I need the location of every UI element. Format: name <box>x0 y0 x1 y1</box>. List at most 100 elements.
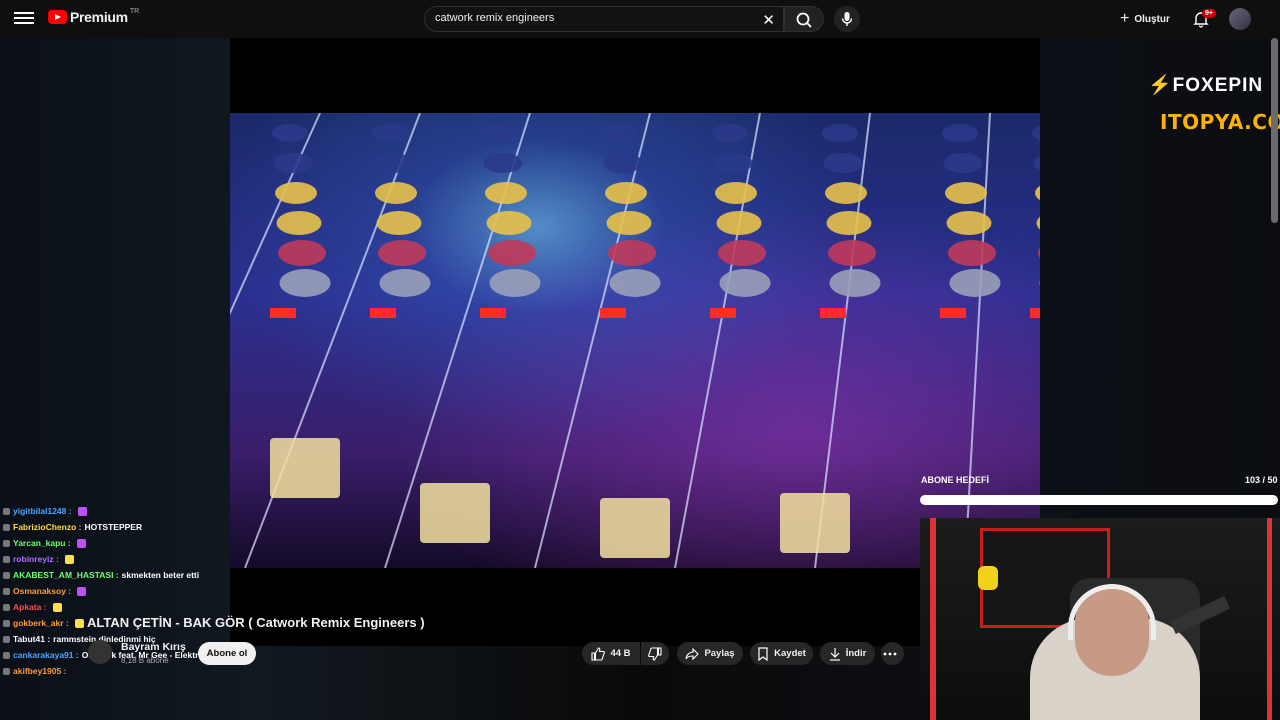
console-knob <box>275 182 317 204</box>
console-knob <box>605 182 647 204</box>
sub-goal-count: 103 / 50 <box>1245 475 1278 485</box>
channel-avatar[interactable] <box>88 640 112 664</box>
chat-message: akifbey1905 : <box>0 663 230 679</box>
share-label: Paylaş <box>704 648 735 659</box>
console-knob <box>486 211 532 235</box>
top-bar: Premium TR ✕ + Oluştur 9+ <box>0 0 1280 38</box>
chat-emote-icon <box>76 538 86 548</box>
search-button[interactable] <box>784 6 824 32</box>
chat-emote-icon <box>74 618 84 628</box>
video-frame <box>230 113 1040 568</box>
console-knob <box>376 211 422 235</box>
console-knob <box>946 211 992 235</box>
account-avatar[interactable] <box>1229 8 1251 30</box>
chat-message: yigitbilal1248 : <box>0 503 230 519</box>
console-knob <box>823 153 863 173</box>
console-knob <box>1038 247 1040 259</box>
console-knob <box>822 124 858 142</box>
chat-username: AKABEST_AM_HASTASI : <box>13 570 119 580</box>
like-button[interactable]: 44 B <box>582 642 640 665</box>
console-knob <box>488 240 536 266</box>
pikachu-figure <box>978 566 998 590</box>
chat-message: FabrizioChenzo : HOTSTEPPER <box>0 519 230 535</box>
more-actions-button[interactable] <box>881 642 904 665</box>
console-knob <box>603 153 643 173</box>
page-scrollbar[interactable] <box>1271 38 1278 223</box>
console-channel-line <box>674 113 761 568</box>
hamburger-menu-icon[interactable] <box>14 9 34 29</box>
notifications-badge: 9+ <box>1202 9 1216 18</box>
chat-message: robinreyiz : <box>0 551 230 567</box>
console-knob <box>602 124 638 142</box>
dislike-button[interactable] <box>641 642 669 665</box>
console-knob <box>715 182 757 204</box>
youtube-premium-logo[interactable]: Premium TR <box>48 8 139 25</box>
console-led <box>600 308 626 318</box>
console-channel-line <box>230 113 321 316</box>
chat-username: yigitbilal1248 : <box>13 506 72 516</box>
console-knob <box>273 153 313 173</box>
platform-badge-icon <box>3 667 10 675</box>
chat-emote-icon <box>52 602 62 612</box>
console-led <box>370 308 396 318</box>
console-knob <box>375 182 417 204</box>
chat-username: robinreyiz : <box>13 554 59 564</box>
platform-badge-icon <box>3 651 10 659</box>
itopya-logo: ITOPYA.COM <box>1160 110 1280 134</box>
console-knob <box>489 269 541 297</box>
share-button[interactable]: Paylaş <box>677 642 743 665</box>
console-knob <box>609 269 661 297</box>
chat-message: Tabut41 : rammstein dinledinmi hiç <box>0 631 230 647</box>
console-knob <box>1032 125 1040 141</box>
console-led <box>480 308 506 318</box>
platform-badge-icon <box>3 587 10 595</box>
foxepin-logo: ⚡FOXEPIN <box>1148 75 1264 96</box>
channel-name[interactable]: Bayram Kırış <box>121 641 186 653</box>
console-fader-cap <box>600 498 670 558</box>
subscribe-button[interactable]: Abone ol <box>198 642 256 665</box>
chat-username: gokberk_akr : <box>13 618 69 628</box>
bookmark-icon <box>758 646 768 661</box>
sub-goal-progress-fill <box>922 497 1276 503</box>
plus-icon: + <box>1120 10 1130 27</box>
voice-search-button[interactable] <box>834 6 860 32</box>
chat-text: skmekten beter etti <box>121 570 200 580</box>
console-led <box>1030 308 1040 318</box>
console-knob <box>483 153 523 173</box>
console-knob <box>485 182 527 204</box>
console-knob <box>1039 280 1040 286</box>
logo-text: Premium <box>70 9 128 25</box>
console-knob <box>942 124 978 142</box>
platform-badge-icon <box>3 539 10 547</box>
console-knob <box>379 269 431 297</box>
platform-badge-icon <box>3 635 10 643</box>
console-led <box>270 308 296 318</box>
search-input[interactable] <box>435 12 755 24</box>
search-icon <box>796 12 812 28</box>
platform-badge-icon <box>3 603 10 611</box>
console-led <box>940 308 966 318</box>
save-label: Kaydet <box>774 648 806 659</box>
led-strip-left <box>930 518 936 720</box>
download-button[interactable]: İndir <box>820 642 875 665</box>
download-label: İndir <box>845 648 867 659</box>
chat-emote-icon <box>77 506 87 516</box>
microphone-icon <box>841 12 853 26</box>
platform-badge-icon <box>3 619 10 627</box>
console-knob <box>272 124 308 142</box>
chat-username: Osmanaksoy : <box>13 586 72 596</box>
platform-badge-icon <box>3 507 10 515</box>
create-label: Oluştur <box>1134 13 1170 25</box>
video-player[interactable] <box>230 38 1040 646</box>
chat-username: akifbey1905 : <box>13 666 67 676</box>
console-knob <box>606 211 652 235</box>
console-fader-cap <box>420 483 490 543</box>
save-button[interactable]: Kaydet <box>750 642 813 665</box>
stream-chat-overlay: yigitbilal1248 : FabrizioChenzo : HOTSTEPP… <box>0 503 230 679</box>
platform-badge-icon <box>3 555 10 563</box>
create-button[interactable]: + Oluştur <box>1120 10 1170 28</box>
chat-username: Yarcan_kapu : <box>13 538 71 548</box>
chat-message: cankarakaya91 : Outwork feat. Mr Gee - El… <box>0 647 230 663</box>
clear-search-icon[interactable]: ✕ <box>762 11 775 29</box>
console-knob <box>712 124 748 142</box>
